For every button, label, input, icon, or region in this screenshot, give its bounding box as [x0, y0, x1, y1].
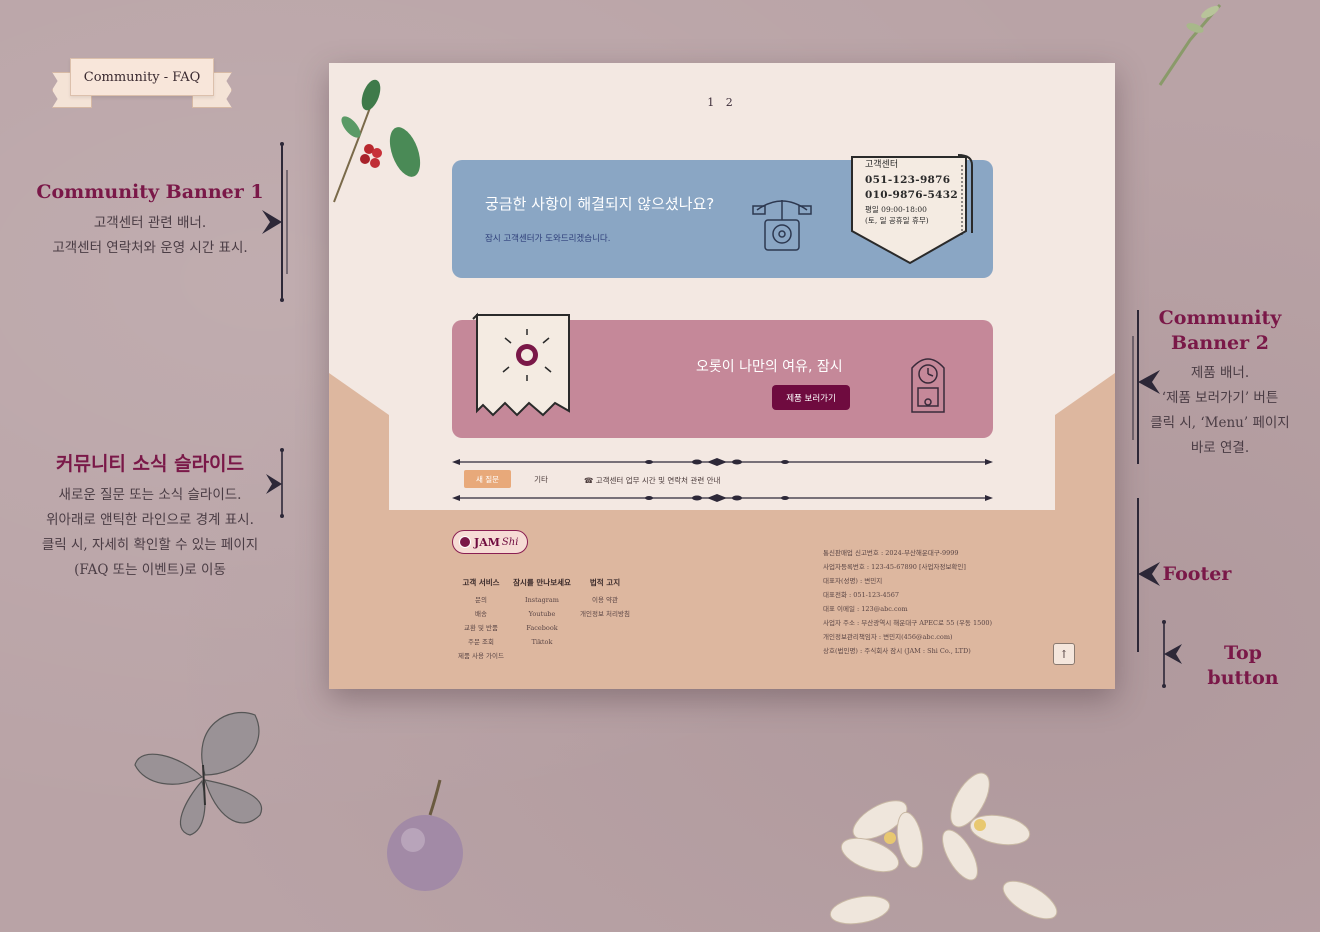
banner2-title: 오롯이 나만의 여유, 잠시 — [696, 359, 843, 375]
annotation-banner2-title-line: Community — [1158, 307, 1282, 329]
slide-tab-other[interactable]: 기타 — [526, 470, 556, 488]
banner1-title: 궁금한 사항이 해결되지 않으셨나요? — [485, 195, 715, 213]
community-banner-1[interactable]: 궁금한 사항이 해결되지 않으셨나요? 잠시 고객센터가 도와드리겠습니다. 고… — [452, 154, 993, 278]
branch-decoration-icon — [1158, 4, 1222, 86]
logo-mark-icon — [459, 536, 471, 548]
annotation-banner2-title-line: Banner 2 — [1171, 331, 1269, 354]
envelope-flap-right — [1055, 373, 1115, 513]
customer-center-info: 고객센터 051-123-9876 010-9876-5432 평일 09:00… — [865, 159, 958, 227]
annotation-bracket-right-3 — [1162, 620, 1182, 688]
annotation-banner1-desc: 고객센터 관련 배너. 고객센터 연락처와 운영 시간 표시. — [30, 211, 270, 261]
customer-center-phone1: 051-123-9876 — [865, 173, 951, 186]
logo-script-text: Shi — [501, 536, 519, 548]
annotation-banner2-desc: 제품 배너. ‘제품 보러가기’ 버튼 클릭 시, ‘Menu’ 페이지 바로 … — [1140, 361, 1300, 461]
footer-info-line: 사업자 주소 : 부산광역시 해운대구 APEC로 55 (우동 1500) — [823, 619, 993, 627]
view-products-button[interactable]: 제품 보러가기 — [772, 385, 850, 410]
annotation-slide-line: 위아래로 앤틱한 라인으로 경계 표시. — [46, 511, 254, 528]
ornamental-divider-bottom — [452, 494, 993, 502]
page-number-1[interactable]: 1 — [707, 96, 718, 109]
footer-info-line: 대표자(성명) : 변민지 — [823, 577, 883, 585]
logo-main-text: JAM — [474, 535, 500, 549]
customer-center-hours: 평일 09:00-18:00 — [865, 205, 927, 214]
footer-link[interactable]: 교환 및 반품 — [447, 621, 515, 635]
footer-info-line: 상호(법인명) : 주식회사 잠시 (JAM : Shi Co., LTD) — [823, 647, 971, 655]
footer-link[interactable]: 문의 — [447, 593, 515, 607]
ornamental-divider-top — [452, 458, 993, 466]
footer-link[interactable]: 주문 조회 — [447, 635, 515, 649]
customer-center-card: 고객센터 051-123-9876 010-9876-5432 평일 09:00… — [848, 151, 976, 269]
white-flower-icon — [829, 772, 1058, 925]
community-news-slide[interactable]: 새 질문 기타 ☎ 고객센터 업무 시간 및 연락처 관련 안내 — [452, 458, 993, 502]
annotation-topbutton: Top button — [1188, 641, 1298, 690]
annotation-banner2-line: 제품 배너. — [1190, 365, 1250, 382]
banner1-subtitle: 잠시 고객센터가 도와드리겠습니다. — [485, 234, 611, 244]
footer-column-heading: 법적 고지 — [589, 578, 621, 587]
annotation-footer-title: Footer — [1162, 563, 1232, 585]
footer-link-privacy[interactable]: 개인정보 처리방침 — [573, 607, 637, 621]
footer-link-youtube[interactable]: Youtube — [509, 607, 575, 621]
footer-link[interactable]: 제품 사용 가이드 — [447, 649, 515, 663]
pocket-watch-flag-icon — [472, 312, 570, 417]
annotation-banner1-title: Community Banner 1 — [36, 181, 264, 203]
annotation-banner1-line: 고객센터 연락처와 운영 시간 표시. — [52, 239, 248, 256]
footer-column-legal: 법적 고지 이용 약관 개인정보 처리방침 — [573, 576, 637, 621]
footer-link-terms[interactable]: 이용 약관 — [573, 593, 637, 607]
page-number-2[interactable]: 2 — [726, 96, 737, 109]
annotation-banner2-line: 바로 연결. — [1190, 440, 1250, 457]
footer-column-customer-service: 고객 서비스 문의 배송 교환 및 반품 주문 조회 제품 사용 가이드 — [447, 576, 515, 663]
annotation-banner1: Community Banner 1 고객센터 관련 배너. 고객센터 연락처와… — [30, 180, 270, 261]
annotation-slide: 커뮤니티 소식 슬라이드 새로운 질문 또는 소식 슬라이드. 위아래로 앤틱한… — [20, 452, 280, 583]
tag-label: Community - FAQ — [70, 58, 214, 96]
butterfly-sketch-icon — [134, 711, 263, 836]
annotation-banner2-line: 클릭 시, ‘Menu’ 페이지 — [1150, 415, 1290, 432]
footer-link-instagram[interactable]: Instagram — [509, 593, 575, 607]
customer-center-label: 고객센터 — [865, 160, 899, 170]
footer-info-line: 대표전화 : 051-123-4567 — [823, 591, 899, 599]
scroll-top-button[interactable]: ↑ — [1053, 643, 1075, 665]
annotation-banner1-line: 고객센터 관련 배너. — [93, 214, 207, 231]
footer-info-line: 대표 이메일 : 123@abc.com — [823, 605, 908, 613]
footer-column-social: 잠시를 만나보세요 Instagram Youtube Facebook Tik… — [509, 576, 575, 649]
annotation-banner2: Community Banner 2 제품 배너. ‘제품 보러가기’ 버튼 클… — [1140, 306, 1300, 461]
footer-business-info: 통신판매업 신고번호 : 2024-부산해운대구-9999 사업자등록번호 : … — [823, 546, 992, 658]
footer-column-heading: 잠시를 만나보세요 — [513, 578, 571, 587]
customer-center-closed: (토, 일 공휴일 휴무) — [865, 216, 929, 226]
footer: JAM Shi 고객 서비스 문의 배송 교환 및 반품 주문 조회 제품 사용… — [329, 510, 1115, 689]
annotation-slide-line: 클릭 시, 자세히 확인할 수 있는 페이지 — [41, 536, 259, 553]
plum-fruit-icon — [387, 779, 463, 891]
annotation-banner2-title: Community Banner 2 — [1140, 306, 1300, 355]
antique-telephone-icon — [752, 200, 812, 251]
annotation-banner2-line: ‘제품 보러가기’ 버튼 — [1161, 390, 1279, 407]
annotation-slide-line: 새로운 질문 또는 소식 슬라이드. — [58, 486, 242, 503]
footer-link[interactable]: 배송 — [447, 607, 515, 621]
footer-link-tiktok[interactable]: Tiktok — [509, 635, 575, 649]
envelope-flap-left — [329, 373, 389, 513]
annotation-slide-title: 커뮤니티 소식 슬라이드 — [55, 453, 245, 475]
grandfather-clock-icon — [911, 358, 945, 413]
pagination: 1 2 — [329, 96, 1115, 109]
customer-center-phone2: 010-9876-5432 — [865, 189, 958, 202]
annotation-topbutton-title: Top button — [1207, 642, 1279, 689]
slide-tab-new-question[interactable]: 새 질문 — [464, 470, 511, 488]
slide-notice-text[interactable]: ☎ 고객센터 업무 시간 및 연락처 관련 안내 — [584, 475, 720, 486]
community-banner-2[interactable]: 오롯이 나만의 여유, 잠시 제품 보러가기 — [452, 312, 993, 438]
annotation-slide-desc: 새로운 질문 또는 소식 슬라이드. 위아래로 앤틱한 라인으로 경계 표시. … — [20, 483, 280, 583]
page-label-tag: Community - FAQ — [52, 58, 232, 110]
annotation-footer: Footer — [1162, 562, 1232, 587]
annotation-slide-line: (FAQ 또는 이벤트)로 이동 — [74, 561, 226, 578]
footer-info-line: 사업자등록번호 : 123-45-67890 [사업자정보확인] — [823, 563, 966, 571]
footer-column-heading: 고객 서비스 — [462, 578, 500, 587]
footer-info-line: 통신판매업 신고번호 : 2024-부산해운대구-9999 — [823, 549, 959, 557]
footer-link-facebook[interactable]: Facebook — [509, 621, 575, 635]
page-mockup: 1 2 궁금한 사항이 해결되지 않으셨나요? 잠시 고객센터가 도와드리겠습니… — [329, 63, 1115, 689]
footer-info-line: 개인정보관리책임자 : 변민지(456@abc.com) — [823, 633, 953, 641]
brand-logo[interactable]: JAM Shi — [452, 530, 528, 554]
